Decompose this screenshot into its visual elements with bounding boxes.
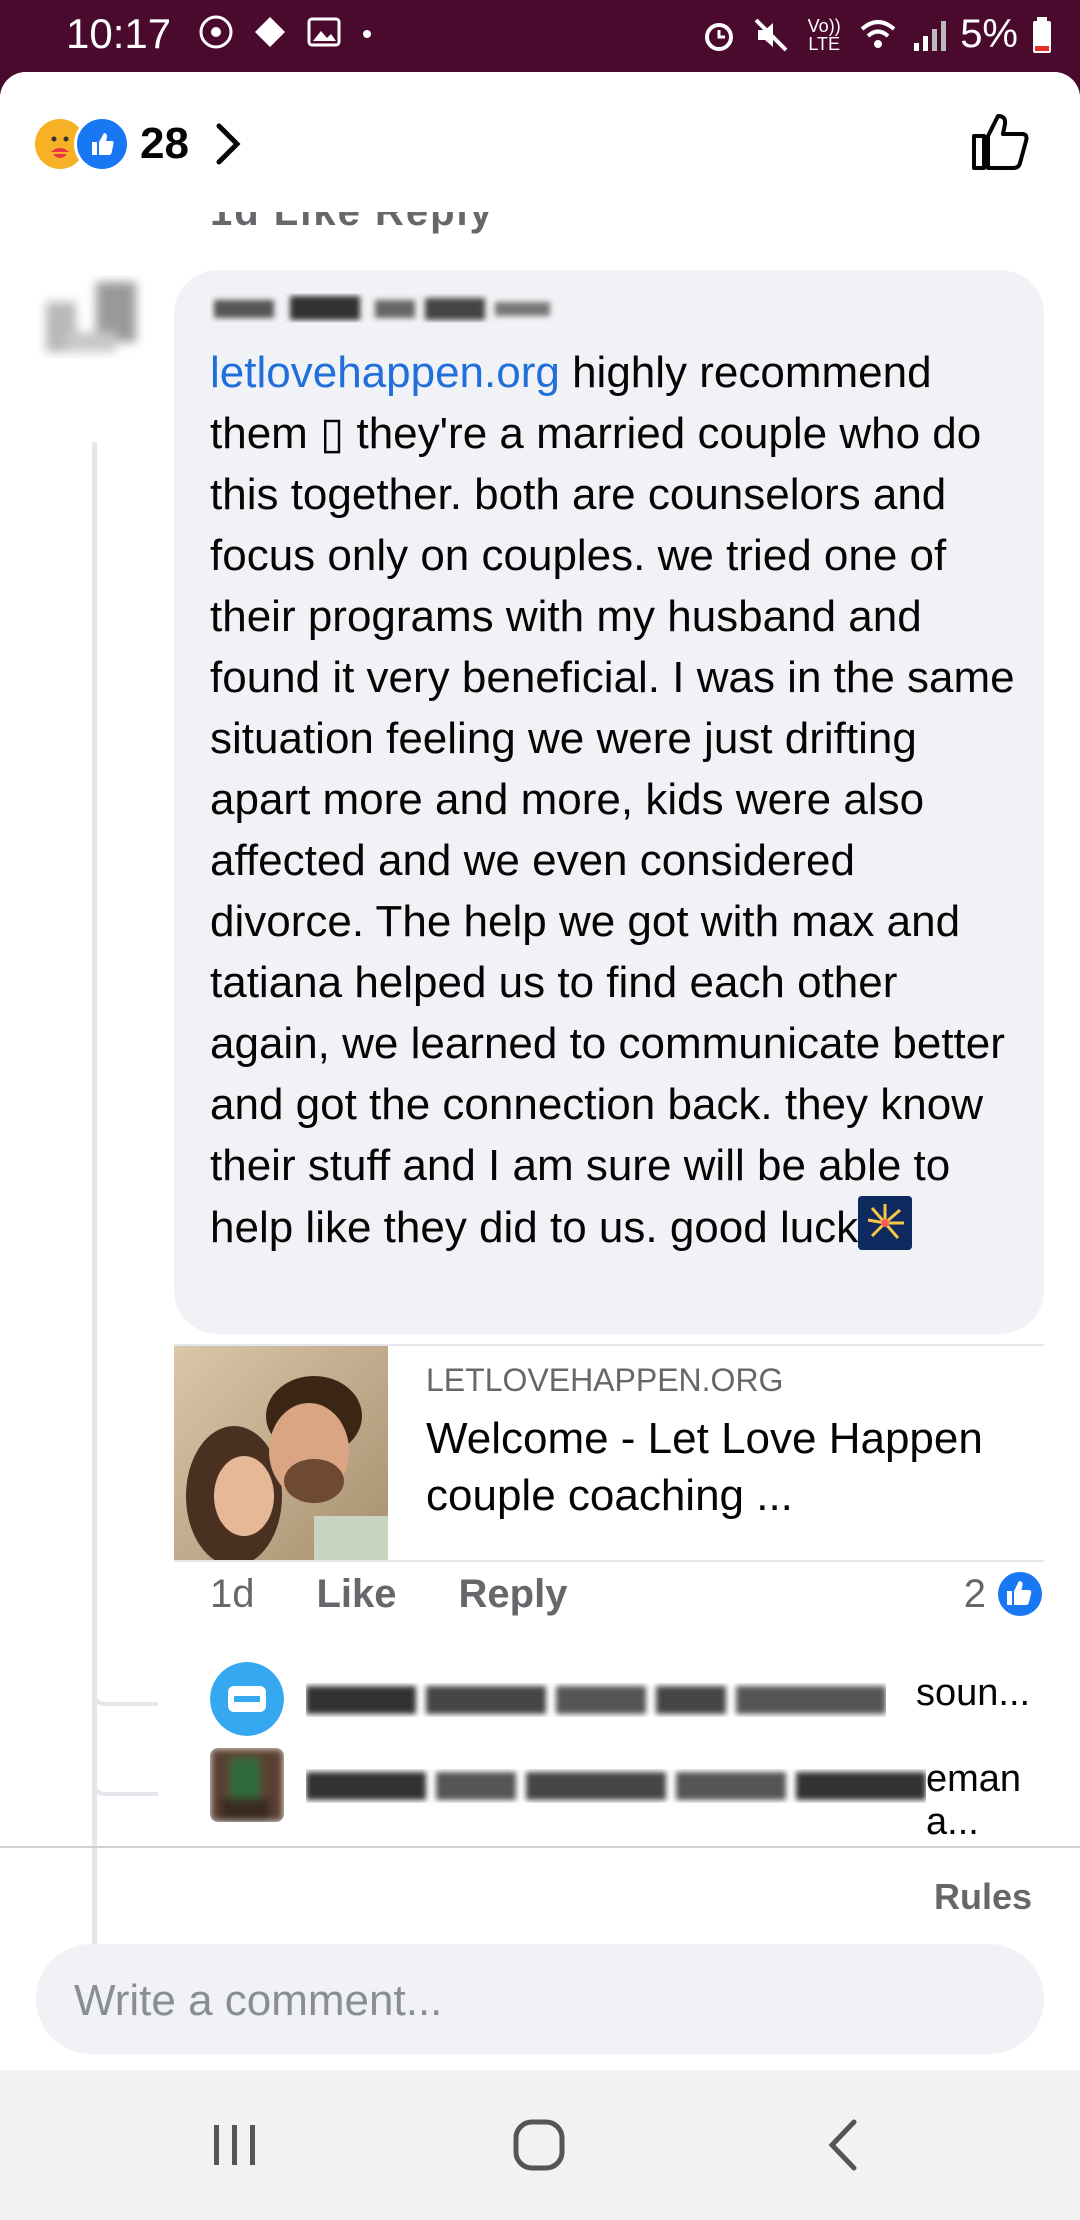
reply-text-blurred: [306, 1686, 886, 1714]
like-badge-icon: [998, 1572, 1042, 1616]
wifi-icon: [860, 19, 896, 48]
commenter-avatar[interactable]: [36, 272, 166, 442]
link-preview-image: [174, 1346, 388, 1560]
comment-time: 1d: [210, 1572, 255, 1616]
replies-list: soun... eman a...: [0, 1642, 1080, 1843]
firework-icon: [858, 1196, 913, 1250]
signal-icon: [914, 20, 947, 51]
volte-icon: Vo)) LTE: [807, 15, 841, 54]
reply-avatar: [210, 1748, 284, 1822]
composer-divider: [0, 1846, 1080, 1848]
comments-sheet: 28 1d Like Reply letlovehappen.org highl…: [0, 72, 1080, 2070]
status-bar: 10:17 Vo)) LTE 5%: [0, 0, 1080, 72]
link-preview-title: Welcome - Let Love Happen couple coachin…: [426, 1414, 983, 1520]
status-icons-right: Vo)) LTE 5%: [700, 12, 1052, 57]
comment-bubble: letlovehappen.org highly recommend them …: [174, 270, 1044, 1334]
like-outline-icon[interactable]: [968, 110, 1032, 172]
status-icons-left: [198, 14, 374, 50]
back-icon[interactable]: [818, 2110, 868, 2180]
reply-text-blurred: [306, 1772, 926, 1800]
comment-input[interactable]: Write a comment...: [36, 1944, 1044, 2054]
messenger-icon: [199, 15, 233, 49]
comment-link[interactable]: letlovehappen.org: [210, 348, 560, 397]
reply-row[interactable]: soun...: [210, 1662, 1050, 1742]
reply-text-tail: eman a...: [926, 1758, 1022, 1843]
comment-body: highly recommend them ▯ they're a marrie…: [210, 348, 1015, 1252]
reactions-header: 28: [0, 72, 1080, 212]
gallery-icon: [307, 17, 341, 47]
reactions-summary[interactable]: 28: [32, 116, 243, 172]
recent-apps-icon[interactable]: [210, 2110, 260, 2180]
comment-text: letlovehappen.org highly recommend them …: [210, 342, 1020, 1258]
link-preview-card[interactable]: LETLOVEHAPPEN.ORG Welcome - Let Love Hap…: [174, 1344, 1044, 1562]
reply-text-tail: soun...: [916, 1672, 1031, 1714]
dot-icon: [363, 30, 371, 38]
comment-input-placeholder: Write a comment...: [74, 1976, 443, 2025]
comment-reactions[interactable]: 2: [964, 1570, 1044, 1618]
mute-icon: [754, 18, 788, 51]
like-button[interactable]: Like: [317, 1572, 397, 1617]
alarm-icon: [705, 22, 734, 51]
chevron-right-icon: [216, 123, 241, 165]
battery-percent: 5%: [960, 12, 1018, 56]
status-time: 10:17: [66, 10, 172, 57]
rules-link[interactable]: Rules: [934, 1876, 1032, 1918]
reply-button[interactable]: Reply: [459, 1572, 568, 1617]
comment-reaction-count: 2: [963, 1571, 986, 1616]
like-reaction-icon: [74, 116, 130, 172]
comment-actions: 1d Like Reply: [210, 1572, 567, 1617]
link-preview-domain: LETLOVEHAPPEN.ORG: [426, 1362, 784, 1398]
system-nav-bar: [0, 2070, 1080, 2220]
reply-connector-lines: [92, 1642, 158, 1796]
battery-icon: [1033, 16, 1051, 53]
author-name-blurred[interactable]: [210, 290, 560, 328]
diamond-icon: [255, 17, 285, 47]
group-member-avatar: [210, 1662, 284, 1736]
home-icon[interactable]: [510, 2110, 570, 2180]
reaction-count: 28: [140, 119, 189, 168]
reply-row[interactable]: eman a...: [210, 1748, 1050, 1843]
